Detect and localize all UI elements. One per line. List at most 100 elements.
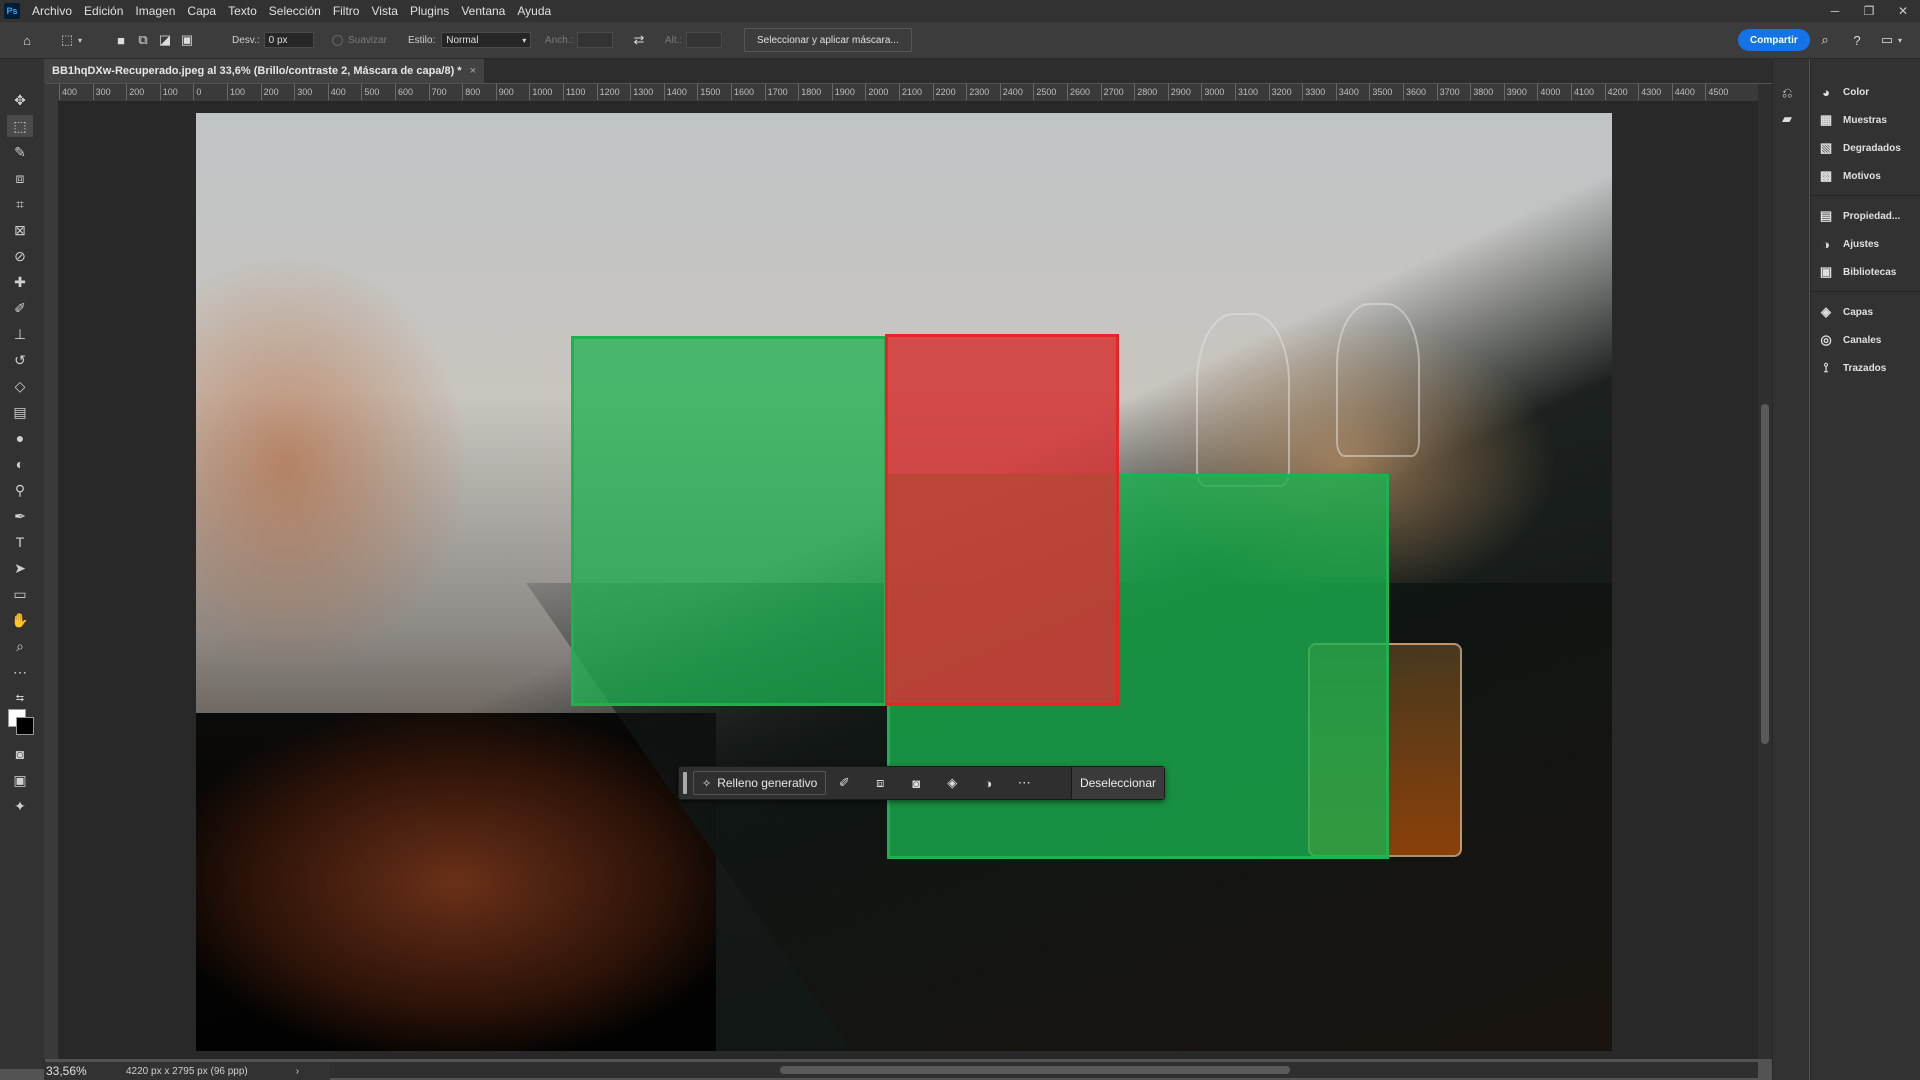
lasso-tool-icon[interactable]: ✎ — [7, 141, 33, 163]
comments-panel-icon[interactable]: ▰ — [1782, 111, 1792, 127]
ruler-tick-label: 200 — [126, 84, 145, 100]
horizontal-scrollbar[interactable] — [330, 1062, 1758, 1078]
create-mask-icon[interactable]: ◙ — [898, 769, 934, 797]
selection-area-green[interactable] — [571, 336, 887, 706]
chevron-down-icon[interactable]: ▾ — [78, 36, 82, 45]
menu-capa[interactable]: Capa — [181, 0, 222, 22]
deselect-button[interactable]: Deseleccionar — [1070, 767, 1164, 799]
add-selection-icon[interactable]: ⧉ — [132, 29, 154, 51]
help-icon[interactable]: ? — [1846, 29, 1868, 51]
panel-adjustments[interactable]: ◑ Ajustes — [1817, 233, 1879, 255]
antialias-label: Suavizar — [348, 34, 387, 46]
eraser-tool-icon[interactable]: ◇ — [7, 375, 33, 397]
selection-area-red[interactable] — [885, 334, 1119, 706]
search-icon[interactable]: ⌕ — [1814, 29, 1836, 51]
panel-libraries[interactable]: ▣ Bibliotecas — [1817, 261, 1897, 283]
panel-gradients[interactable]: ▧ Degradados — [1817, 137, 1901, 159]
crop-tool-icon[interactable]: ⌗ — [7, 193, 33, 215]
subtract-selection-icon[interactable]: ◪ — [154, 29, 176, 51]
zoom-level[interactable]: 33,56% — [46, 1064, 126, 1078]
workspace-icon[interactable]: ▭ — [1876, 29, 1898, 51]
hand-tool-icon[interactable]: ✋ — [7, 609, 33, 631]
antialias-checkbox[interactable] — [332, 34, 343, 46]
document-tab[interactable]: BB1hqDXw-Recuperado.jpeg al 33,6% (Brill… — [44, 59, 484, 83]
pen-tool-icon[interactable]: ✒ — [7, 505, 33, 527]
photoshop-logo[interactable]: Ps — [4, 3, 20, 19]
panel-patterns[interactable]: ▩ Motivos — [1817, 165, 1881, 187]
adjustment-layer-icon[interactable]: ◑ — [970, 769, 1006, 797]
drag-handle[interactable] — [683, 772, 687, 794]
menu-seleccion[interactable]: Selección — [263, 0, 327, 22]
panel-swatches[interactable]: ▦ Muestras — [1817, 109, 1887, 131]
invert-selection-icon[interactable]: ⧈ — [862, 769, 898, 797]
more-tools-icon[interactable]: ⋯ — [7, 661, 33, 683]
menu-ventana[interactable]: Ventana — [455, 0, 511, 22]
zoom-lens-tool-icon[interactable]: ⚲ — [7, 479, 33, 501]
swap-arrows-icon[interactable]: ⇄ — [628, 29, 650, 51]
feather-input[interactable]: 0 px — [263, 32, 314, 48]
healing-brush-tool-icon[interactable]: ✚ — [7, 271, 33, 293]
chevron-down-icon[interactable]: ▾ — [1898, 36, 1902, 45]
close-window-icon[interactable]: ✕ — [1886, 0, 1920, 22]
type-tool-icon[interactable]: T — [7, 531, 33, 553]
intersect-selection-icon[interactable]: ▣ — [176, 29, 198, 51]
panel-channels[interactable]: ◎ Canales — [1817, 329, 1881, 351]
height-input[interactable] — [686, 32, 723, 48]
move-tool-icon[interactable]: ✥ — [7, 89, 33, 111]
menu-imagen[interactable]: Imagen — [129, 0, 181, 22]
eyedropper-tool-icon[interactable]: ⊘ — [7, 245, 33, 267]
generative-fill-button[interactable]: ✧ Relleno generativo — [693, 771, 827, 795]
blur-tool-icon[interactable]: ● — [7, 427, 33, 449]
screen-mode-icon[interactable]: ▣ — [7, 769, 33, 791]
history-panel-icon[interactable]: ⎌ — [1782, 85, 1792, 101]
background-color-swatch[interactable] — [16, 717, 34, 735]
restore-icon[interactable]: ❐ — [1852, 0, 1886, 22]
menu-archivo[interactable]: Archivo — [26, 0, 78, 22]
menu-edicion[interactable]: Edición — [78, 0, 129, 22]
horizontal-scroll-thumb[interactable] — [780, 1066, 1290, 1074]
rectangular-marquee-tool-icon[interactable]: ⬚ — [7, 115, 33, 137]
more-options-icon[interactable]: ⋯ — [1006, 769, 1042, 797]
clone-stamp-tool-icon[interactable]: ⊥ — [7, 323, 33, 345]
share-button[interactable]: Compartir — [1738, 29, 1810, 51]
history-brush-tool-icon[interactable]: ↺ — [7, 349, 33, 371]
window-controls: ─ ❐ ✕ — [1818, 0, 1920, 22]
modify-selection-icon[interactable]: ✐ — [826, 769, 862, 797]
menu-filtro[interactable]: Filtro — [327, 0, 366, 22]
marquee-preset-icon[interactable]: ⬚ — [56, 29, 78, 51]
ruler-tick-label: 3100 — [1234, 84, 1259, 100]
close-tab-icon[interactable]: × — [470, 65, 476, 77]
select-and-mask-button[interactable]: Seleccionar y aplicar máscara... — [744, 28, 912, 52]
minimize-icon[interactable]: ─ — [1818, 0, 1852, 22]
dodge-tool-icon[interactable]: ◐ — [7, 453, 33, 475]
ruler-tick-label: 4000 — [1537, 84, 1561, 100]
canvas-area[interactable] — [59, 101, 1758, 1059]
frame-tool-icon[interactable]: ⊠ — [7, 219, 33, 241]
ruler-tick-label: 700 — [428, 84, 447, 100]
menu-texto[interactable]: Texto — [222, 0, 263, 22]
panel-layers[interactable]: ◈ Capas — [1817, 301, 1873, 323]
style-select[interactable]: Normal ▾ — [441, 32, 532, 48]
vertical-scrollbar[interactable] — [1758, 84, 1772, 1059]
panel-paths[interactable]: ⟟ Trazados — [1817, 357, 1887, 379]
gradient-tool-icon[interactable]: ▤ — [7, 401, 33, 423]
panel-properties[interactable]: ▤ Propiedad... — [1817, 205, 1900, 227]
fill-selection-icon[interactable]: ◈ — [934, 769, 970, 797]
menu-ayuda[interactable]: Ayuda — [511, 0, 557, 22]
menu-vista[interactable]: Vista — [365, 0, 403, 22]
home-icon[interactable]: ⌂ — [16, 29, 38, 51]
zoom-tool-icon[interactable]: ⌕ — [7, 635, 33, 657]
menu-plugins[interactable]: Plugins — [404, 0, 455, 22]
rectangle-tool-icon[interactable]: ▭ — [7, 583, 33, 605]
width-input[interactable] — [577, 32, 614, 48]
generative-icon[interactable]: ✦ — [7, 795, 33, 817]
path-selection-tool-icon[interactable]: ➤ — [7, 557, 33, 579]
vertical-scroll-thumb[interactable] — [1761, 404, 1769, 744]
panel-color[interactable]: ◕ Color — [1817, 81, 1869, 103]
new-selection-icon[interactable]: ■ — [110, 29, 132, 51]
brush-tool-icon[interactable]: ✐ — [7, 297, 33, 319]
swap-colors-icon[interactable]: ⇆ — [7, 687, 33, 709]
quick-mask-icon[interactable]: ◙ — [7, 743, 33, 765]
chevron-right-icon[interactable]: › — [296, 1066, 299, 1077]
object-selection-tool-icon[interactable]: ⧈ — [7, 167, 33, 189]
